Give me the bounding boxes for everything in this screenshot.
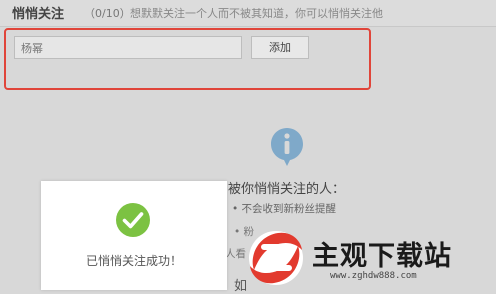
info-icon bbox=[271, 128, 303, 166]
info-bullet-1: • 不会收到新粉丝提醒 bbox=[232, 203, 337, 215]
watermark-title: 主观下载站 bbox=[312, 241, 452, 272]
header-bar: 悄悄关注 （0/10） 想默默关注一个人而不被其知道，你可以悄悄关注他 bbox=[0, 0, 496, 27]
watermark-logo-icon bbox=[249, 231, 303, 285]
username-input[interactable] bbox=[14, 36, 242, 59]
info-title: 被你悄悄关注的人： bbox=[228, 182, 346, 197]
page-description: 想默默关注一个人而不被其知道，你可以悄悄关注他 bbox=[130, 7, 383, 20]
check-circle-icon bbox=[116, 203, 150, 237]
page-title: 悄悄关注 bbox=[12, 7, 65, 22]
toast-message: 已悄悄关注成功！ bbox=[85, 254, 182, 268]
add-button[interactable]: 添加 bbox=[251, 36, 309, 59]
info-bullet-3-fragment: 人看 bbox=[225, 248, 246, 260]
follow-count: （0/10） bbox=[84, 7, 131, 20]
success-toast: 已悄悄关注成功！ bbox=[41, 181, 227, 290]
watermark-url: www.zghdw888.com bbox=[330, 271, 417, 281]
watermark: 主观下载站 www.zghdw888.com bbox=[246, 226, 496, 290]
